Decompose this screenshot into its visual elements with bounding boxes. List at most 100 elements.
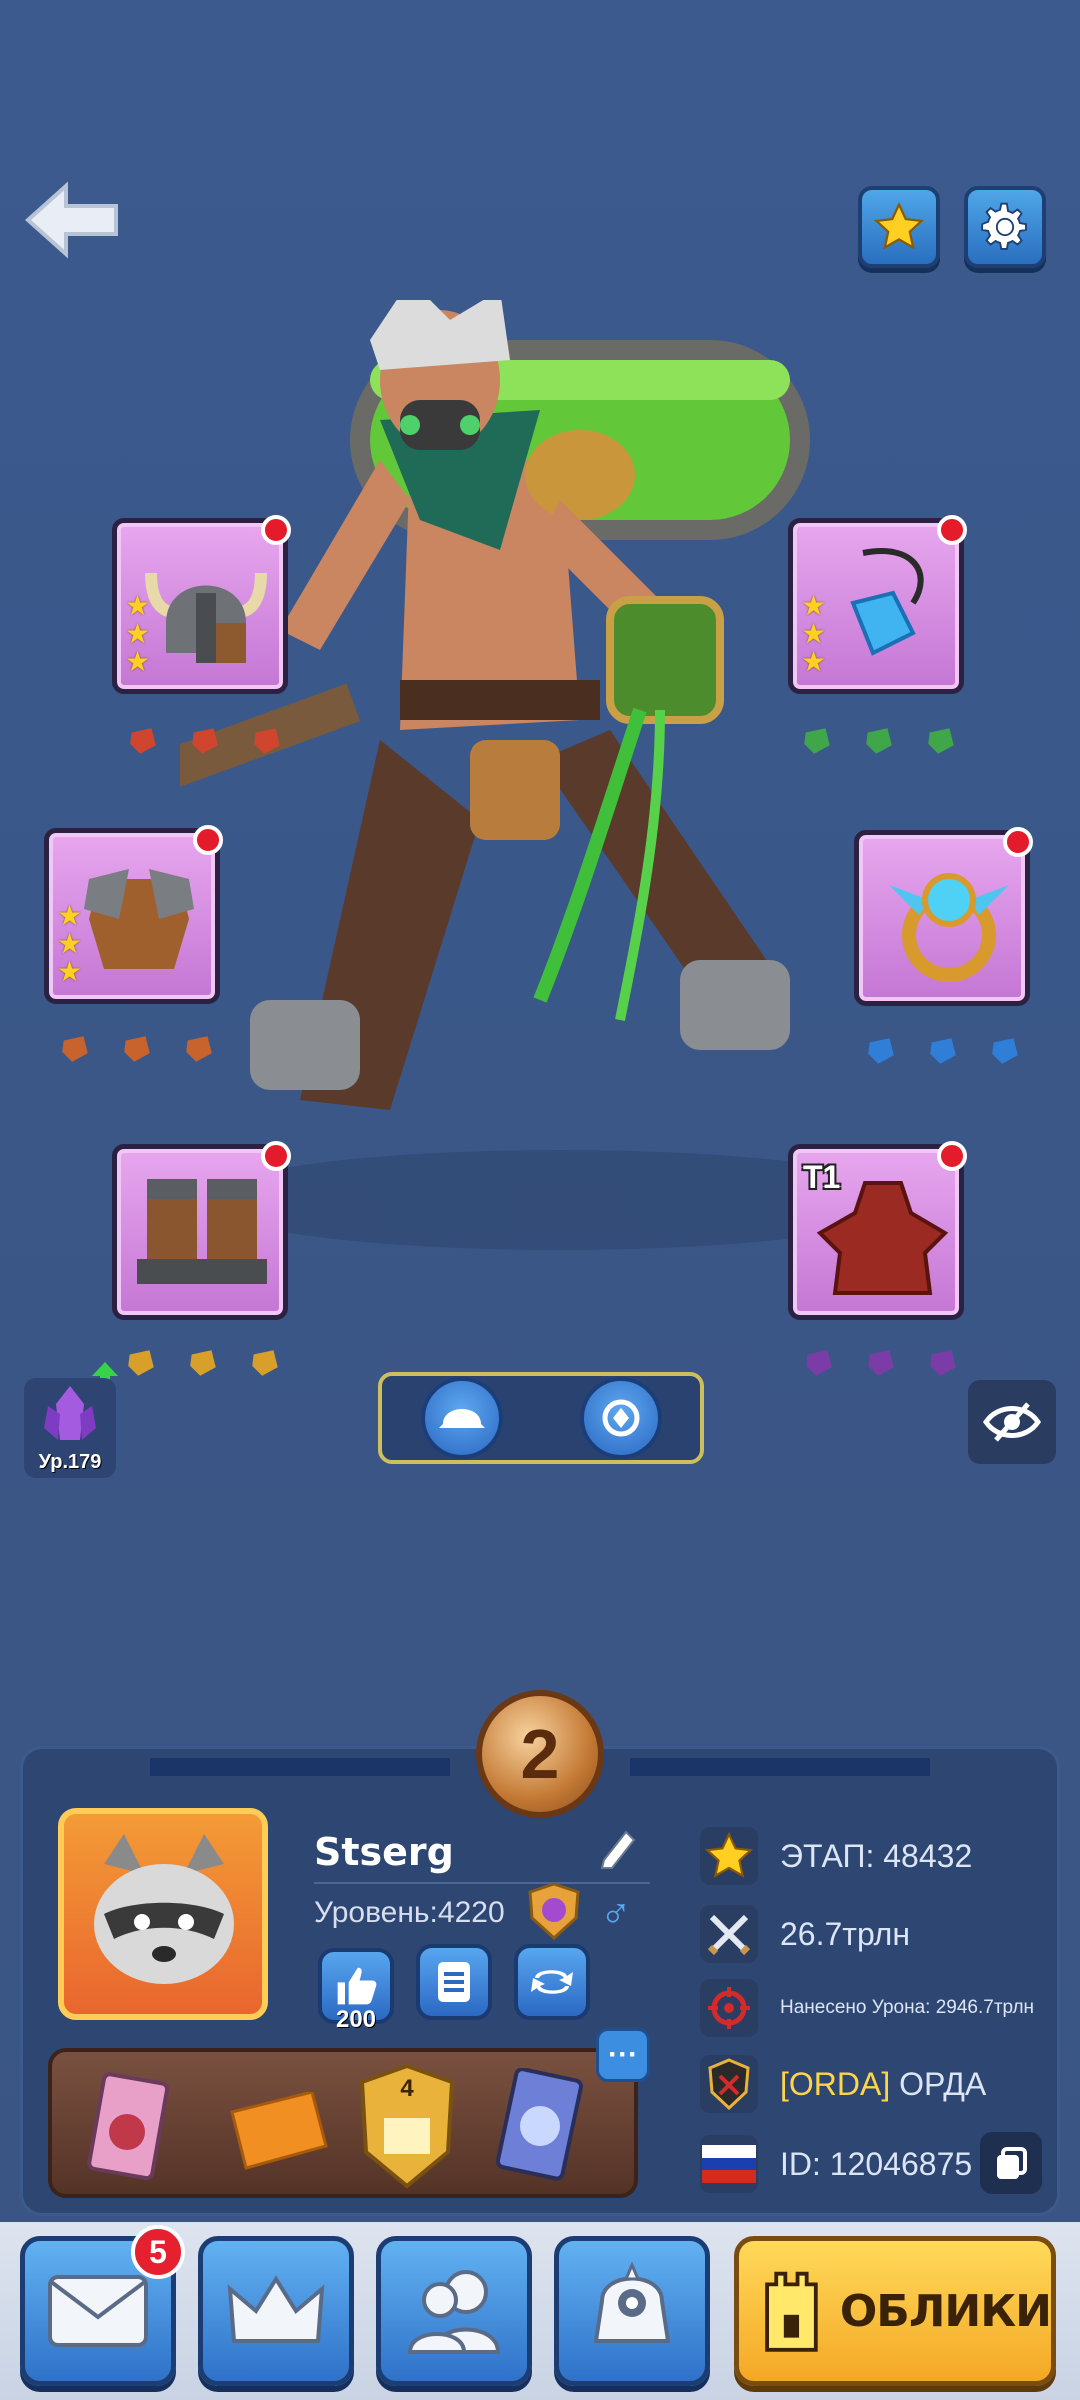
nav-mail-button[interactable]: 5: [20, 2225, 185, 2386]
power-value: 26.7трлн: [780, 1915, 910, 1952]
stage-value: ЭТАП: 48432: [780, 1837, 973, 1874]
red-rune-icon: [254, 728, 280, 754]
skins-label: ОБЛИКИ: [839, 2285, 1052, 2337]
helmet-gem-row: [126, 724, 284, 758]
star-rating: ★ ★ ★: [125, 590, 151, 677]
favorite-button[interactable]: [858, 186, 940, 268]
purple-rune-icon: [930, 1350, 956, 1376]
player-id: ID: 12046875: [780, 2145, 973, 2182]
castle-tower-icon: [765, 2271, 818, 2352]
copy-id-button[interactable]: [980, 2132, 1042, 2194]
like-button[interactable]: 200: [318, 1948, 394, 2033]
switch-profile-button[interactable]: [514, 1944, 590, 2020]
target-icon: [700, 1979, 758, 2037]
stat-damage: Нанесено Урона: 2946.7трлн: [700, 1978, 1050, 2038]
gear-icon: [981, 202, 1027, 250]
copy-icon: [997, 2147, 1027, 2179]
portal-card-icon: [495, 2068, 583, 2181]
star-rating: ★ ★ ★: [801, 590, 827, 677]
crystal-level-label: Ур.179: [38, 1451, 102, 1473]
hat-icon: [438, 1409, 485, 1428]
document-icon: [438, 1962, 470, 2002]
name-underline: [314, 1882, 650, 1884]
yellow-rune-icon: [190, 1350, 216, 1376]
player-avatar[interactable]: [58, 1808, 268, 2020]
notification-dot: [937, 515, 967, 545]
settings-button[interactable]: [964, 186, 1046, 268]
friends-icon: [407, 2270, 501, 2354]
guild-tag: [ORDA]: [780, 2065, 891, 2102]
crown-icon: [227, 2275, 325, 2343]
ring-gem-row: [864, 1034, 1022, 1068]
star-icon: [873, 201, 925, 250]
boots-gem-row: [124, 1346, 282, 1380]
purple-rune-icon: [868, 1350, 894, 1376]
amulet-slot[interactable]: ★ ★ ★: [788, 515, 967, 694]
viking-helmet-icon: [145, 572, 267, 663]
blue-rune-icon: [868, 1038, 894, 1064]
ring-slot[interactable]: [854, 827, 1033, 1006]
orange-rune-icon: [62, 1036, 88, 1062]
eye-slash-icon: [982, 1402, 1042, 1442]
trophy-badge-icon: 4: [359, 2063, 455, 2189]
chest-armor-icon: [84, 869, 194, 969]
armor-slot[interactable]: ★ ★ ★: [44, 825, 223, 1004]
notification-dot: [193, 825, 223, 855]
stat-guild[interactable]: [ORDA] ОРДА: [700, 2054, 1050, 2114]
thumbs-up-icon: [337, 1967, 377, 2005]
hide-ui-button[interactable]: [968, 1380, 1056, 1464]
notification-dot: [1003, 827, 1033, 857]
tier-label: T1: [803, 1159, 841, 1195]
swap-view-button[interactable]: [579, 1377, 662, 1459]
nav-ranking-button[interactable]: [198, 2236, 354, 2386]
boots-slot[interactable]: [112, 1141, 291, 1320]
red-rune-icon: [192, 728, 218, 754]
cycle-icon: [602, 1399, 639, 1437]
back-button[interactable]: [22, 180, 122, 260]
more-button[interactable]: ···: [596, 2028, 650, 2082]
edit-name-button[interactable]: [598, 1826, 638, 1870]
nav-skins-button[interactable]: ОБЛИКИ: [734, 2236, 1056, 2386]
boots-icon: [137, 1179, 267, 1284]
collection-tray[interactable]: 4: [48, 2048, 638, 2198]
orange-rune-icon: [186, 1036, 212, 1062]
star-rating: ★ ★ ★: [57, 900, 83, 987]
helmet-slot[interactable]: ★ ★ ★: [112, 515, 291, 694]
crystal-level-button[interactable]: Ур.179: [24, 1378, 116, 1478]
russia-flag-icon: [700, 2135, 758, 2193]
crystal-icon: [44, 1386, 96, 1440]
crossed-swords-icon: [700, 1905, 758, 1963]
costume-view-button[interactable]: [420, 1377, 503, 1459]
rank-shield-icon: [528, 1882, 580, 1940]
ring-icon: [889, 873, 1009, 982]
rank-badge: 2: [476, 1690, 604, 1818]
guild-emblem-icon: [700, 2055, 758, 2113]
mail-icon: [48, 2275, 148, 2347]
notification-dot: [261, 1141, 291, 1171]
cape-gem-row: [802, 1346, 960, 1380]
like-count: 200: [335, 2006, 377, 2033]
player-name: Stserg: [314, 1830, 454, 1874]
green-rune-icon: [866, 728, 892, 754]
notification-dot: [261, 515, 291, 545]
monster-icon: [593, 2261, 671, 2343]
stat-stage: ЭТАП: 48432: [700, 1826, 1050, 1886]
blue-rune-icon: [992, 1038, 1018, 1064]
panel-ribbon-left: [150, 1758, 450, 1776]
green-rune-icon: [928, 728, 954, 754]
armor-gem-row: [58, 1032, 216, 1066]
cape-slot[interactable]: T1: [788, 1141, 967, 1320]
yellow-rune-icon: [128, 1350, 154, 1376]
blue-rune-icon: [930, 1038, 956, 1064]
refresh-icon: [531, 1970, 573, 1994]
svg-text:4: 4: [400, 2075, 414, 2102]
amulet-icon: [850, 548, 924, 656]
raccoon-avatar-icon: [94, 1834, 234, 1984]
nav-friends-button[interactable]: [376, 2236, 532, 2386]
nav-pet-button[interactable]: [554, 2236, 710, 2386]
view-switcher: [378, 1372, 704, 1464]
amulet-gem-row: [800, 724, 958, 758]
profile-info-button[interactable]: [416, 1944, 492, 2020]
damage-value: Нанесено Урона: 2946.7трлн: [780, 1997, 1035, 2018]
mail-badge: 5: [131, 2225, 185, 2279]
